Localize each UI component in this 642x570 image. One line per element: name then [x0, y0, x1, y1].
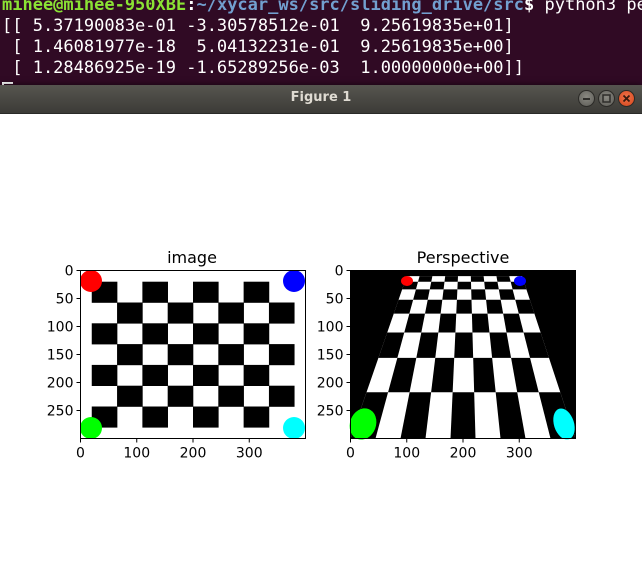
x-tick-label: 300: [236, 446, 263, 462]
maximize-icon: [602, 94, 611, 103]
image-checkerboard: [80, 270, 306, 439]
board-square: [91, 364, 118, 386]
y-tick-label: 250: [47, 404, 74, 420]
y-tick-label: 100: [317, 320, 344, 336]
board-square: [142, 406, 168, 428]
terminal-output-line: [[ 5.37190083e-01 -3.30578512e-01 9.2561…: [2, 16, 514, 36]
x-tick-label: 200: [450, 446, 477, 462]
board-square: [243, 323, 270, 345]
y-tick-label: 250: [317, 404, 344, 420]
terminal-prompt-line: mihee@mihee-950XBE:~/xycar_ws/src/slidin…: [2, 0, 642, 16]
blue-marker: [283, 270, 305, 292]
perspective-square: [418, 276, 433, 282]
board-square: [117, 385, 143, 407]
prompt-command: python3 per: [544, 0, 642, 15]
maximize-button[interactable]: [598, 90, 615, 107]
y-tick-label: 150: [47, 348, 74, 364]
y-tick-label: 200: [47, 376, 74, 392]
prompt-dollar: $: [524, 0, 545, 15]
board-square: [91, 323, 118, 345]
image-axes: image 0 100 200 300 0 50 100 150 200 250: [47, 248, 306, 462]
perspective-axes: Perspective 0 100 200 300 0 50 100 150 200 250: [317, 248, 576, 462]
board-square: [243, 364, 270, 386]
x-tick-label: 300: [506, 446, 533, 462]
y-tick-label: 150: [317, 348, 344, 364]
perspective-square: [444, 276, 458, 282]
board-square: [117, 302, 143, 324]
board-square: [218, 385, 244, 407]
cyan-marker: [283, 417, 305, 439]
y-tick-label: 200: [317, 376, 344, 392]
board-square: [193, 281, 219, 303]
figure-canvas[interactable]: image 0 100 200 300 0 50 100 150 200 250 Perspect…: [0, 114, 642, 570]
y-tick-label: 50: [326, 292, 344, 308]
perspective-plot-title: Perspective: [417, 248, 510, 267]
x-tick-label: 100: [123, 446, 150, 462]
perspective-blue-marker: [514, 276, 526, 286]
board-square: [193, 406, 219, 428]
x-tick-label: 0: [346, 446, 355, 462]
board-square: [193, 323, 219, 345]
terminal-output-line: [ 1.28486925e-19 -1.65289256e-03 1.00000…: [2, 58, 524, 78]
perspective-square: [454, 332, 474, 358]
x-tick-label: 0: [76, 446, 85, 462]
perspective-red-marker: [401, 276, 413, 286]
perspective-checkerboard: [350, 270, 576, 439]
board-square: [268, 344, 295, 366]
perspective-square: [473, 357, 496, 393]
board-square: [268, 302, 295, 324]
y-tick-label: 0: [65, 264, 74, 280]
red-marker: [80, 270, 102, 292]
perspective-square: [486, 299, 504, 314]
perspective-square: [496, 276, 511, 282]
board-square: [142, 281, 168, 303]
perspective-square: [471, 313, 490, 333]
board-square: [167, 385, 194, 407]
board-square: [167, 344, 194, 366]
green-marker: [80, 417, 102, 439]
prompt-separator: :: [186, 0, 197, 15]
perspective-square: [456, 299, 472, 314]
perspective-square: [413, 289, 430, 300]
perspective-square: [429, 281, 445, 290]
close-button[interactable]: [618, 90, 635, 107]
y-tick-label: 50: [56, 292, 74, 308]
board-square: [218, 344, 244, 366]
perspective-square: [484, 281, 499, 290]
board-square: [142, 323, 168, 345]
y-tick-label: 100: [47, 320, 74, 336]
minimize-icon: [583, 98, 590, 100]
board-square: [218, 302, 244, 324]
x-tick-label: 100: [393, 446, 420, 462]
prompt-user: mihee@mihee-950XBE: [2, 0, 187, 15]
figure-window[interactable]: Figure 1 image 0 100 200 300 0 50 100 150 200 250: [0, 85, 642, 570]
board-square: [243, 281, 270, 303]
perspective-square: [424, 299, 443, 314]
minimize-button[interactable]: [578, 90, 595, 107]
perspective-square: [438, 313, 457, 333]
board-square: [167, 302, 194, 324]
close-icon: [622, 94, 631, 103]
board-square: [268, 385, 295, 407]
figure-plot-svg: image 0 100 200 300 0 50 100 150 200 250 Perspect…: [47, 248, 576, 462]
window-title: Figure 1: [290, 90, 352, 105]
board-square: [193, 364, 219, 386]
y-tick-label: 0: [335, 264, 344, 280]
board-square: [243, 406, 270, 428]
perspective-square: [457, 281, 472, 290]
board-square: [117, 344, 143, 366]
perspective-square: [442, 289, 458, 300]
board-square: [142, 364, 168, 386]
perspective-square: [498, 289, 516, 300]
perspective-square: [471, 289, 487, 300]
prompt-path: ~/xycar_ws/src/sliding_drive/src: [196, 0, 524, 15]
image-plot-title: image: [167, 248, 217, 267]
x-tick-label: 200: [180, 446, 207, 462]
terminal-output-line: [ 1.46081977e-18 5.04132231e-01 9.256198…: [2, 37, 514, 57]
perspective-square: [470, 276, 485, 282]
window-titlebar[interactable]: Figure 1: [0, 85, 642, 114]
perspective-square: [450, 392, 476, 439]
